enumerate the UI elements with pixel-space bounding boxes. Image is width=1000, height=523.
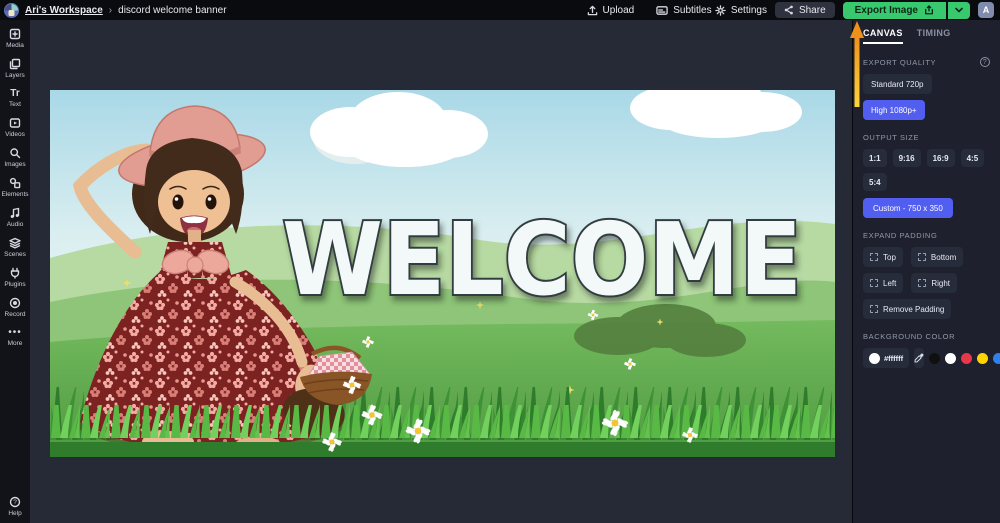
background-color-controls: #ffffff (863, 348, 990, 368)
sidebar-item-more[interactable]: ••• More (0, 327, 30, 347)
expand-padding-options: Top Bottom Left Right Remove Padding (863, 247, 990, 319)
checkbox-icon (918, 279, 926, 287)
topbar-right: Settings Share Export Image (715, 2, 1000, 19)
sidebar-item-layers[interactable]: Layers (0, 58, 30, 79)
export-image-button[interactable]: Export Image (843, 2, 946, 19)
sidebar-item-media[interactable]: Media (0, 28, 30, 49)
editor-workspace: WELCOME (30, 20, 852, 523)
output-size-title: OUTPUT SIZE (863, 133, 990, 142)
sidebar-item-audio[interactable]: Audio (0, 207, 30, 228)
right-panel: CANVAS TIMING EXPORT QUALITY ? Standard … (852, 20, 1000, 523)
workspace-link[interactable]: Ari's Workspace (25, 5, 103, 16)
sidebar-item-record[interactable]: Record (0, 297, 30, 318)
videos-icon (9, 117, 21, 129)
current-color-dot (869, 353, 880, 364)
quality-standard-720p-button[interactable]: Standard 720p (863, 74, 932, 94)
tab-timing[interactable]: TIMING (917, 28, 951, 44)
upload-button[interactable]: Upload (587, 5, 635, 16)
padding-right-checkbox[interactable]: Right (911, 273, 957, 293)
ratio-buttons: 1:1 9:16 16:9 4:5 5:4 (863, 149, 990, 191)
breadcrumb: Ari's Workspace › discord welcome banner (0, 3, 227, 18)
swatch-red[interactable] (961, 353, 972, 364)
padding-bottom-checkbox[interactable]: Bottom (911, 247, 963, 267)
sidebar-item-text[interactable]: Tr Text (0, 88, 30, 108)
ratio-4-5-button[interactable]: 4:5 (961, 149, 985, 167)
panel-tabs: CANVAS TIMING (863, 20, 990, 44)
subtitles-icon (656, 5, 668, 16)
swatch-yellow[interactable] (977, 353, 988, 364)
share-icon (784, 5, 794, 15)
svg-text:?: ? (13, 499, 17, 506)
current-color-button[interactable]: #ffffff (863, 348, 909, 368)
tab-canvas[interactable]: CANVAS (863, 28, 903, 44)
export-quality-title: EXPORT QUALITY ? (863, 57, 990, 67)
sidebar-item-scenes[interactable]: Scenes (0, 237, 30, 258)
layers-icon (9, 58, 21, 70)
checkbox-icon (918, 253, 926, 261)
export-quality-options: Standard 720p High 1080p+ (863, 74, 990, 120)
padding-left-checkbox[interactable]: Left (863, 273, 903, 293)
settings-button[interactable]: Settings (715, 5, 767, 16)
sidebar-item-images[interactable]: Images (0, 147, 30, 168)
upload-icon (587, 5, 598, 16)
export-quality-help-icon[interactable]: ? (980, 57, 990, 67)
background-color-title: BACKGROUND COLOR (863, 332, 990, 341)
swatch-white[interactable] (945, 353, 956, 364)
breadcrumb-separator: › (109, 5, 112, 16)
expand-padding-title: EXPAND PADDING (863, 231, 990, 240)
padding-top-checkbox[interactable]: Top (863, 247, 903, 267)
welcome-headline: WELCOME (282, 201, 802, 318)
custom-size-button[interactable]: Custom - 750 x 350 (863, 198, 953, 218)
images-search-icon (9, 147, 21, 159)
elements-icon (9, 177, 21, 189)
left-sidebar: Media Layers Tr Text Videos Images Eleme… (0, 20, 30, 523)
ratio-5-4-button[interactable]: 5:4 (863, 173, 887, 191)
ratio-1-1-button[interactable]: 1:1 (863, 149, 887, 167)
record-icon (9, 297, 21, 309)
checkbox-icon (870, 279, 878, 287)
checkbox-icon (870, 253, 878, 261)
export-group: Export Image (843, 2, 970, 19)
sidebar-item-help[interactable]: ? Help (0, 496, 30, 517)
swatch-black[interactable] (929, 353, 940, 364)
audio-icon (9, 207, 21, 219)
remove-padding-checkbox[interactable]: Remove Padding (863, 299, 951, 319)
gear-icon (715, 5, 726, 16)
user-avatar[interactable]: A (978, 2, 994, 18)
checkbox-icon (870, 305, 878, 313)
ratio-9-16-button[interactable]: 9:16 (893, 149, 921, 167)
subtitles-button[interactable]: Subtitles (656, 5, 711, 16)
media-icon (9, 28, 21, 40)
scenes-icon (9, 237, 21, 249)
app-logo-icon[interactable] (4, 3, 19, 18)
top-bar: Ari's Workspace › discord welcome banner… (0, 0, 1000, 20)
eyedropper-button[interactable] (914, 348, 924, 368)
banner-artwork: WELCOME (50, 90, 835, 457)
project-title[interactable]: discord welcome banner (118, 5, 226, 16)
canvas-banner[interactable]: WELCOME (50, 90, 835, 457)
plugins-icon (9, 267, 21, 279)
more-icon: ••• (8, 327, 22, 338)
export-icon (924, 5, 934, 15)
share-button[interactable]: Share (775, 2, 835, 18)
quality-high-1080p-button[interactable]: High 1080p+ (863, 100, 925, 120)
chevron-down-icon (955, 7, 963, 13)
text-icon: Tr (10, 88, 19, 99)
ratio-16-9-button[interactable]: 16:9 (927, 149, 955, 167)
sidebar-item-videos[interactable]: Videos (0, 117, 30, 138)
eyedropper-icon (914, 353, 924, 363)
topbar-center: Upload Subtitles (587, 5, 712, 16)
sidebar-item-elements[interactable]: Elements (0, 177, 30, 198)
sidebar-item-plugins[interactable]: Plugins (0, 267, 30, 288)
swatch-blue[interactable] (993, 353, 1000, 364)
help-icon: ? (9, 496, 21, 508)
export-options-chevron[interactable] (948, 2, 970, 19)
